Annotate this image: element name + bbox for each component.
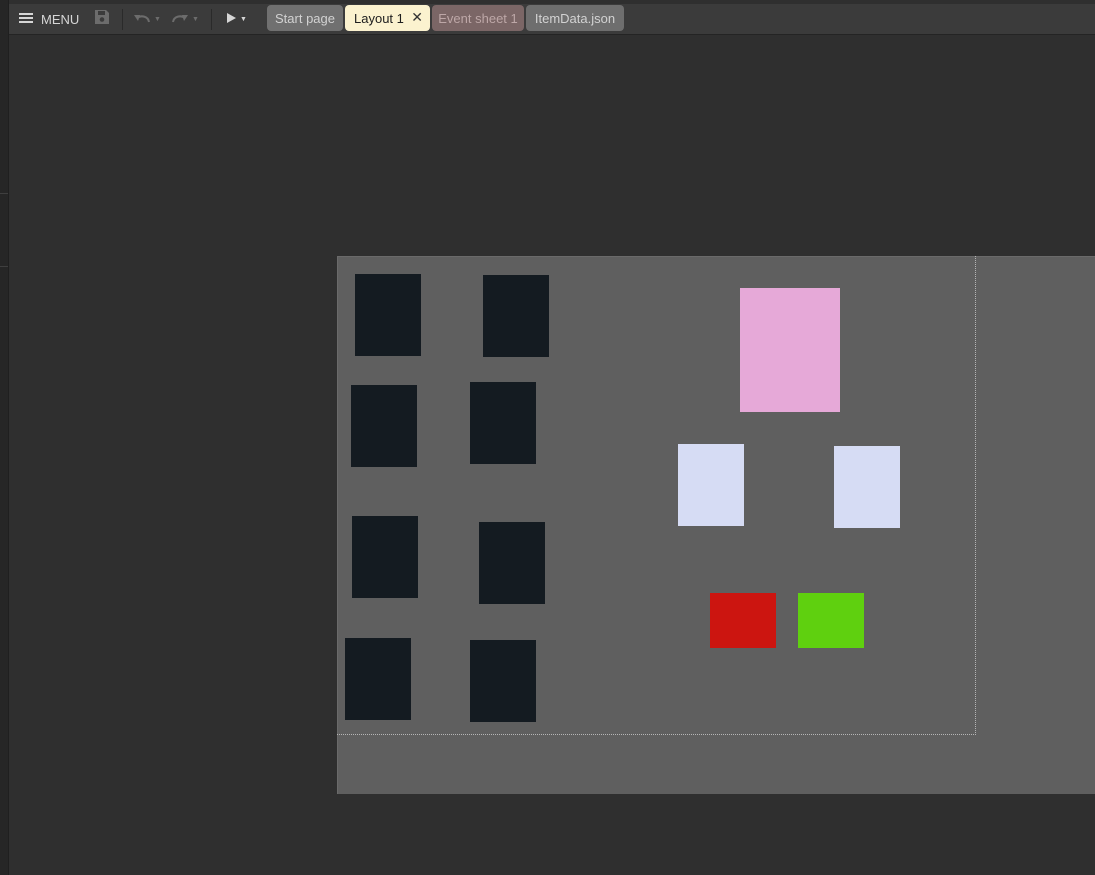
tab-label: Event sheet 1 xyxy=(438,10,518,26)
editor-window: MENU ▼ ▼ ▼ Start page Layout 1 ✕ Event s… xyxy=(0,0,1095,875)
pink-sprite[interactable] xyxy=(740,288,840,412)
menu-icon xyxy=(19,12,33,27)
toolbar-separator xyxy=(211,9,212,30)
slot-sprite[interactable] xyxy=(470,640,536,722)
tab-layout-1[interactable]: Layout 1 ✕ xyxy=(345,5,430,31)
redo-dropdown-icon[interactable]: ▼ xyxy=(192,16,199,23)
preview-dropdown-icon[interactable]: ▼ xyxy=(240,16,247,23)
undo-dropdown-icon[interactable]: ▼ xyxy=(154,16,161,23)
tab-itemdata-json[interactable]: ItemData.json xyxy=(526,5,624,31)
tab-start-page[interactable]: Start page xyxy=(267,5,343,31)
slot-sprite[interactable] xyxy=(479,522,545,604)
lavender-sprite[interactable] xyxy=(834,446,900,528)
tab-label: Layout 1 xyxy=(354,10,404,26)
main-toolbar: MENU ▼ ▼ ▼ Start page Layout 1 ✕ Event s… xyxy=(9,4,1095,35)
menu-label: MENU xyxy=(41,12,80,27)
green-button-sprite[interactable] xyxy=(798,593,864,648)
redo-button[interactable]: ▼ xyxy=(171,4,199,35)
slot-sprite[interactable] xyxy=(470,382,536,464)
play-icon xyxy=(225,11,237,29)
tab-event-sheet-1[interactable]: Event sheet 1 xyxy=(432,5,524,31)
lavender-sprite[interactable] xyxy=(678,444,744,526)
red-button-sprite[interactable] xyxy=(710,593,776,648)
slot-sprite[interactable] xyxy=(352,516,418,598)
close-icon[interactable]: ✕ xyxy=(411,9,423,26)
slot-sprite[interactable] xyxy=(351,385,417,467)
slot-sprite[interactable] xyxy=(355,274,421,356)
redo-icon xyxy=(171,11,189,29)
tab-label: Start page xyxy=(275,10,335,26)
menu-button[interactable]: MENU xyxy=(19,4,79,35)
undo-button[interactable]: ▼ xyxy=(133,4,161,35)
tab-label: ItemData.json xyxy=(534,10,616,26)
save-button[interactable] xyxy=(94,4,110,35)
save-icon xyxy=(94,9,110,30)
slot-sprite[interactable] xyxy=(483,275,549,357)
left-panel-gutter[interactable] xyxy=(0,0,9,875)
undo-icon xyxy=(133,11,151,29)
preview-button[interactable]: ▼ xyxy=(225,4,247,35)
slot-sprite[interactable] xyxy=(345,638,411,720)
toolbar-separator xyxy=(122,9,123,30)
gutter-divider xyxy=(0,266,8,267)
gutter-divider xyxy=(0,193,8,194)
